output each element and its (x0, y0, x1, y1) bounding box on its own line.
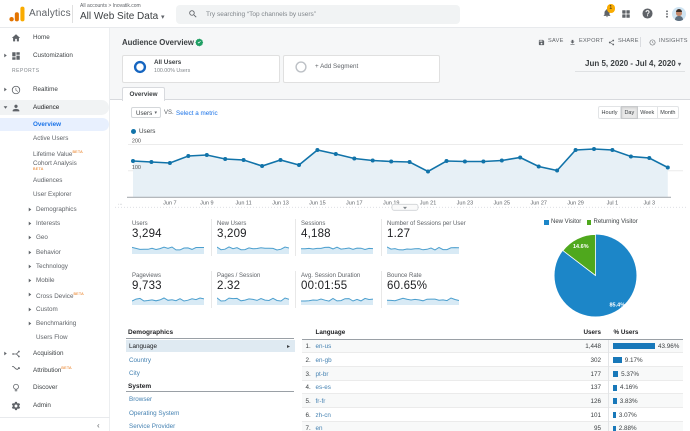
svg-text:Jun 29: Jun 29 (567, 201, 584, 207)
svg-text:100: 100 (132, 165, 141, 171)
svg-text:...: ... (118, 201, 123, 207)
svg-text:Jun 25: Jun 25 (494, 201, 511, 207)
svg-text:200: 200 (132, 139, 141, 145)
svg-text:Jul 3: Jul 3 (643, 201, 655, 207)
svg-text:14.6%: 14.6% (573, 244, 589, 250)
svg-text:Jun 11: Jun 11 (236, 201, 252, 207)
svg-text:Jul 1: Jul 1 (607, 201, 619, 207)
svg-text:Jun 15: Jun 15 (309, 201, 326, 207)
svg-text:Jun 13: Jun 13 (272, 201, 289, 207)
svg-text:Jun 27: Jun 27 (530, 201, 547, 207)
svg-text:85.4%: 85.4% (610, 303, 626, 309)
svg-text:Jun 9: Jun 9 (200, 201, 213, 207)
svg-text:Jun 23: Jun 23 (457, 201, 474, 207)
svg-text:Jun 17: Jun 17 (346, 201, 363, 207)
svg-text:Jun 7: Jun 7 (163, 201, 176, 207)
svg-text:Jun 21: Jun 21 (420, 201, 437, 207)
